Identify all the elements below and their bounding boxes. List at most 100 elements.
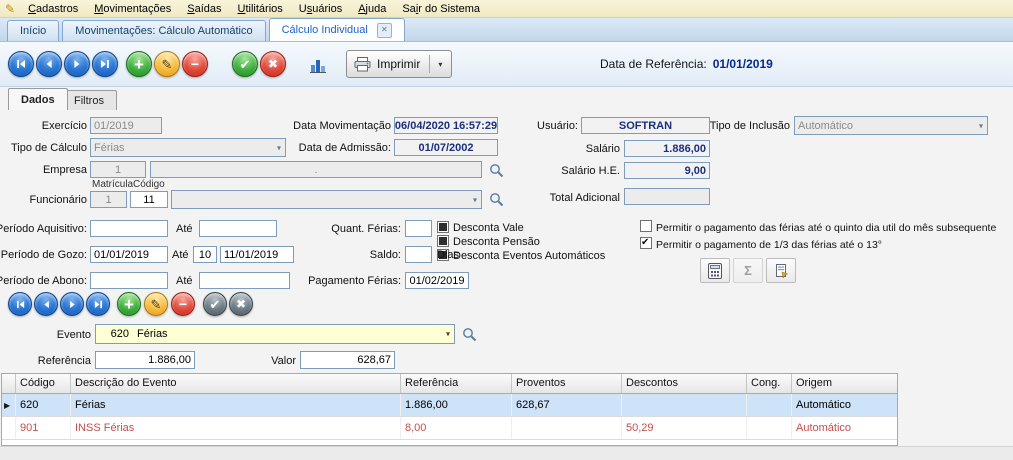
periodo-gozo-label: Período de Gozo: [1,249,87,261]
event-nav-last-button[interactable] [86,292,110,316]
app-logo-icon: ✎ [5,1,15,17]
calculator-button[interactable] [700,258,730,283]
grid-header-referencia: Referência [401,374,512,393]
report-button[interactable] [766,258,796,283]
tab-inicio[interactable]: Início [7,20,59,41]
delete-button[interactable]: − [182,51,208,77]
periodo-gozo-start-field[interactable]: 01/01/2019 [90,246,168,263]
periodo-abono-start-field[interactable] [90,272,168,289]
menu-item-cadastros[interactable]: Cadastros [20,1,86,17]
search-icon [462,327,477,342]
matricula-label: Matrícula [92,179,133,190]
data-admissao-label: Data de Admissão: [299,142,391,154]
referencia-label: Referência [38,355,91,367]
evento-select[interactable]: 620 Férias ▾ [95,324,455,344]
tab-label: Cálculo Individual [282,24,368,36]
tipo-inclusao-select: Automático ▾ [794,116,988,135]
cell-cong [747,417,792,439]
event-insert-button[interactable]: + [117,292,141,316]
tab-filtros[interactable]: Filtros [61,90,117,110]
periodo-abono-end-field[interactable] [199,272,290,289]
usuario-label: Usuário: [537,120,578,132]
row-indicator-icon: ▶ [4,401,10,410]
cell-referencia: 1.886,00 [401,394,512,416]
salario-he-field: 9,00 [624,162,710,179]
cell-codigo: 901 [16,417,71,439]
saldo-field[interactable] [405,246,432,263]
tab-dados[interactable]: Dados [8,88,68,110]
exercicio-label: Exercício [42,120,87,132]
periodo-aquisitivo-label: Período Aquisitivo: [0,223,87,235]
nav-last-button[interactable] [92,51,118,77]
periodo-aquisitivo-end-field[interactable] [199,220,277,237]
chart-button[interactable] [303,52,333,78]
menu-item-movimentacoes[interactable]: Movimentações [86,1,179,17]
periodo-aquisitivo-start-field[interactable] [90,220,168,237]
event-cancel-button[interactable]: ✖ [229,292,253,316]
desconta-vale-checkbox[interactable] [437,221,449,233]
evento-search-button[interactable] [460,325,478,343]
quant-ferias-field[interactable] [405,220,432,237]
permitir-terco-checkbox[interactable] [640,237,652,249]
periodo-abono-label: Período de Abono: [0,275,87,287]
funcionario-codigo-field[interactable]: 11 [130,191,168,208]
tab-calculo-individual[interactable]: Cálculo Individual ✕ [269,18,405,41]
application-window: ✎ Cadastros Movimentações Saídas Utilitá… [0,0,1013,460]
empresa-search-button[interactable] [487,161,505,179]
grid-header-codigo: Código [16,374,71,393]
menu-item-utilitarios[interactable]: Utilitários [230,1,291,17]
empresa-name-field: . [150,161,482,178]
event-delete-button[interactable]: − [171,292,195,316]
tab-movimentacoes-calculo-automatico[interactable]: Movimentações: Cálculo Automático [62,20,265,41]
x-icon: ✖ [236,298,246,310]
menu-item-usuarios[interactable]: Usuários [291,1,350,17]
next-record-icon [71,58,83,70]
tab-label: Início [20,25,46,37]
insert-button[interactable]: + [126,51,152,77]
check-icon: ✔ [210,298,221,311]
table-row[interactable]: ▶ 620 Férias 1.886,00 628,67 Automático [2,394,897,417]
tipo-inclusao-label: Tipo de Inclusão [710,120,790,132]
desconta-pensao-checkbox[interactable] [437,235,449,247]
confirm-button[interactable]: ✔ [232,51,258,77]
funcionario-search-button[interactable] [487,190,505,208]
reference-date: Data de Referência:01/01/2019 [600,57,773,71]
print-button[interactable]: Imprimir ▾ [346,50,452,78]
sum-button[interactable]: Σ [733,258,763,283]
bar-chart-icon [310,57,327,73]
nav-next-button[interactable] [64,51,90,77]
menu-item-ajuda[interactable]: Ajuda [350,1,394,17]
permitir-quinto-checkbox[interactable] [640,220,652,232]
periodo-gozo-end-field[interactable]: 11/01/2019 [220,246,294,263]
referencia-field[interactable]: 1.886,00 [95,351,195,369]
table-row[interactable]: ▶ 901 INSS Férias 8,00 50,29 Automático [2,417,897,440]
event-edit-button[interactable]: ✎ [144,292,168,316]
evento-label: Evento [57,329,91,341]
print-label: Imprimir [377,57,420,71]
window-tab-bar: Início Movimentações: Cálculo Automático… [0,18,1013,42]
valor-field[interactable]: 628,67 [300,351,395,369]
nav-first-button[interactable] [8,51,34,77]
prev-record-icon [41,299,52,310]
event-nav-next-button[interactable] [60,292,84,316]
minus-icon: − [179,297,187,311]
tab-close-icon[interactable]: ✕ [377,23,392,38]
cancel-button[interactable]: ✖ [260,51,286,77]
nav-prev-button[interactable] [36,51,62,77]
menu-item-sair-do-sistema[interactable]: Sair do Sistema [394,1,488,17]
print-dropdown-caret-icon[interactable]: ▾ [436,60,444,69]
pagamento-ferias-field[interactable]: 01/02/2019 [405,272,469,289]
edit-button[interactable]: ✎ [154,51,180,77]
data-movimentacao-label: Data Movimentação [293,120,391,132]
event-nav-first-button[interactable] [8,292,32,316]
desconta-pensao-label: Desconta Pensão [453,236,540,248]
chevron-down-icon: ▾ [277,143,281,152]
search-icon [489,192,504,207]
report-icon [774,263,789,278]
menu-item-saidas[interactable]: Saídas [179,1,229,17]
event-confirm-button[interactable]: ✔ [203,292,227,316]
gozo-dias-field[interactable]: 10 [193,246,217,263]
funcionario-select: ▾ [171,190,482,209]
dias-label: Dias [437,249,459,261]
event-nav-prev-button[interactable] [34,292,58,316]
